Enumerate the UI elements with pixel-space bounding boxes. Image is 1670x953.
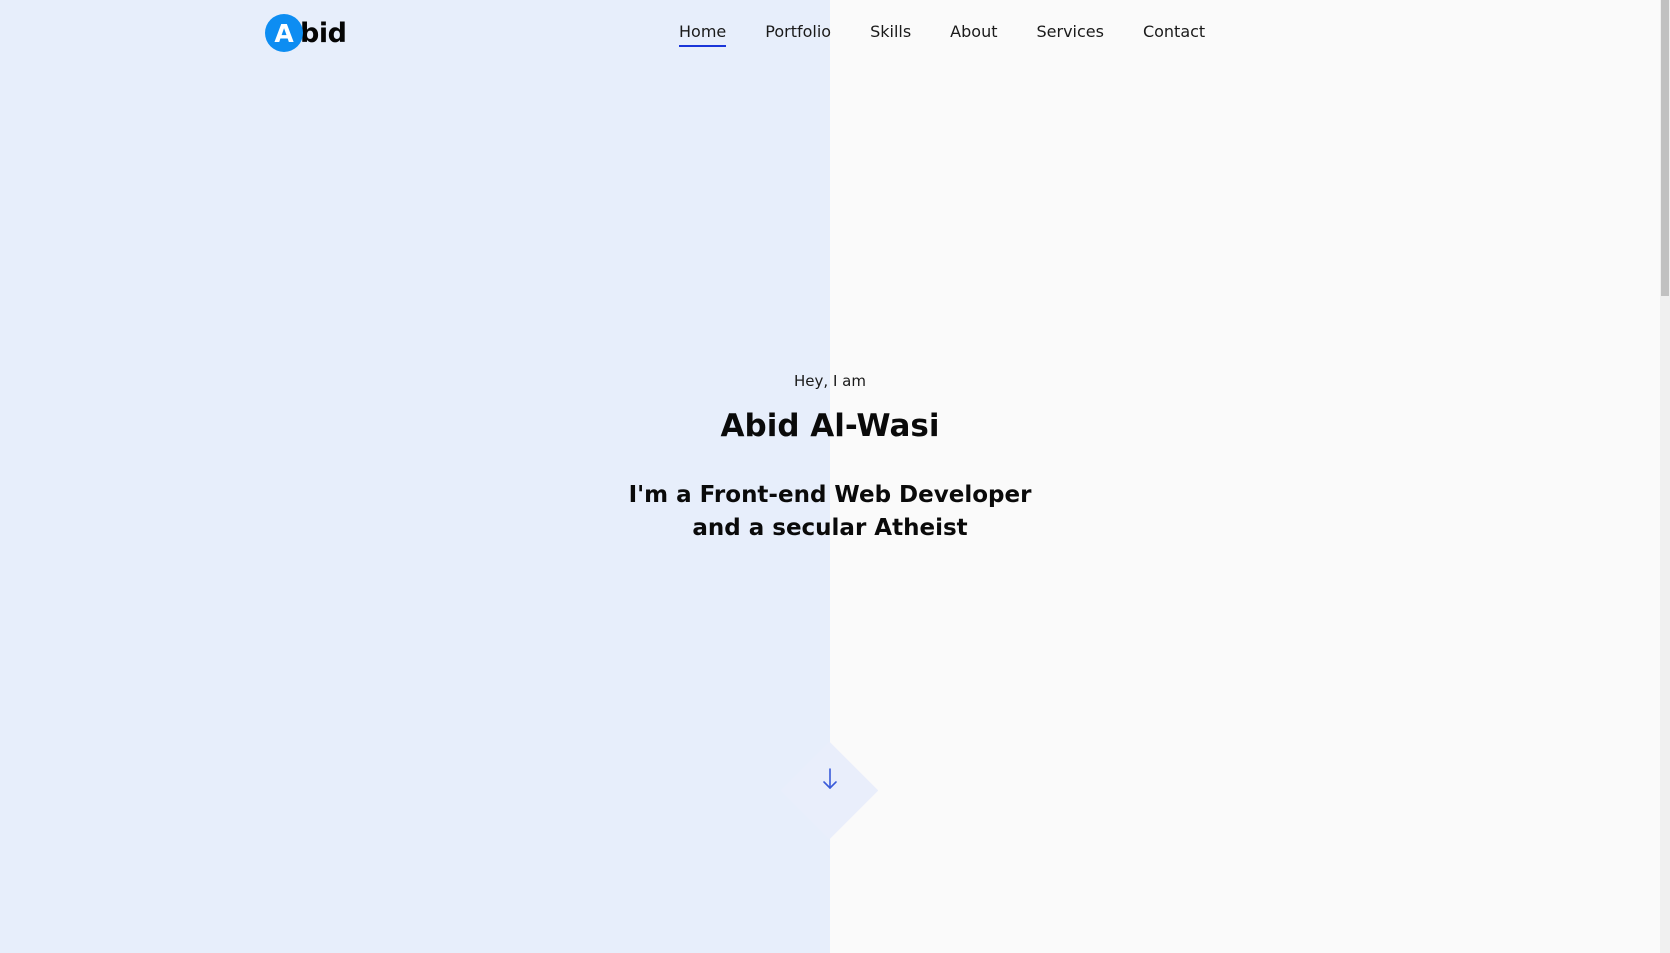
nav-item-home[interactable]: Home [679, 22, 727, 47]
page: A bid Home Portfolio Skills About Servic… [0, 0, 1670, 953]
nav-item-portfolio[interactable]: Portfolio [765, 22, 831, 47]
nav-item-about[interactable]: About [950, 22, 997, 47]
nav-item-contact[interactable]: Contact [1143, 22, 1205, 47]
scroll-down-button[interactable] [781, 742, 878, 839]
hero-greeting: Hey, I am [794, 372, 866, 390]
logo-circle: A [265, 14, 303, 52]
scrollbar-thumb[interactable] [1661, 0, 1669, 296]
hero-tagline: I'm a Front-end Web Developer and a secu… [628, 482, 1032, 541]
arrow-down-icon [823, 768, 837, 789]
nav-item-services[interactable]: Services [1036, 22, 1103, 47]
nav-item-skills[interactable]: Skills [870, 22, 911, 47]
logo[interactable]: A bid [265, 14, 347, 52]
site-header: A bid Home Portfolio Skills About Servic… [0, 0, 1660, 70]
main-nav: Home Portfolio Skills About Services Con… [679, 22, 1244, 47]
hero-name: Abid Al-Wasi [720, 408, 940, 444]
page-scrollbar[interactable] [1660, 0, 1670, 953]
logo-text: bid [300, 17, 347, 49]
logo-letter: A [274, 18, 294, 48]
hero-section: Hey, I am Abid Al-Wasi I'm a Front-end W… [535, 360, 1125, 545]
